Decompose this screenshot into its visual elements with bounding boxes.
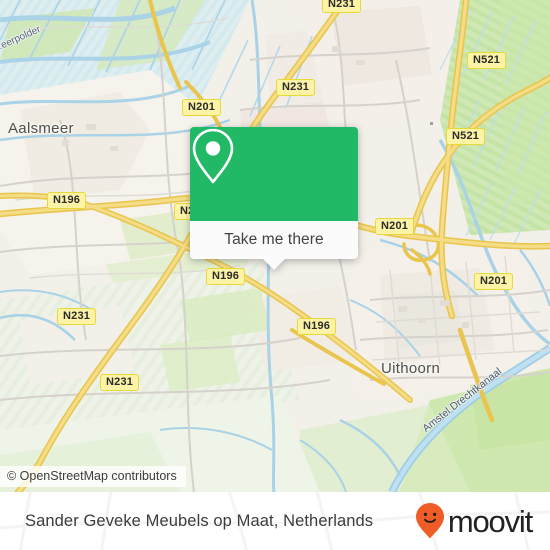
- place-title: Sander Geveke Meubels op Maat, Netherlan…: [25, 492, 373, 550]
- moovit-wordmark: moovit: [447, 503, 533, 539]
- road-shield: N231: [322, 0, 362, 13]
- road-shield: N521: [446, 128, 486, 145]
- map-page: N231 N521 N231 N201 N521 N196 N2 N201 N1…: [0, 0, 550, 550]
- road-shield: N196: [297, 318, 337, 335]
- road-shield: N201: [474, 273, 514, 290]
- take-me-there-button[interactable]: Take me there: [190, 221, 358, 259]
- road-shield: N201: [182, 99, 222, 116]
- moovit-smiley-pin-icon: [415, 503, 444, 539]
- place-popup-card[interactable]: Take me there: [190, 127, 358, 270]
- road-shield: N521: [467, 52, 507, 69]
- moovit-logo[interactable]: moovit: [415, 492, 533, 550]
- place-title-text: Sander Geveke Meubels op Maat, Netherlan…: [25, 511, 374, 530]
- map-pin-icon: [192, 128, 234, 184]
- city-label: Uithoorn: [381, 360, 441, 377]
- road-shield: N196: [206, 268, 246, 285]
- footer-bar: Sander Geveke Meubels op Maat, Netherlan…: [0, 492, 550, 550]
- road-shield: N231: [57, 308, 97, 325]
- road-shield: N201: [375, 218, 415, 235]
- take-me-there-label: Take me there: [224, 231, 324, 248]
- popup-icon-area: [190, 127, 358, 221]
- road-shield: N231: [276, 79, 316, 96]
- map-canvas[interactable]: N231 N521 N231 N201 N521 N196 N2 N201 N1…: [0, 0, 550, 492]
- road-shield: N231: [100, 374, 140, 391]
- popup-tail: [263, 259, 285, 270]
- osm-attribution[interactable]: © OpenStreetMap contributors: [0, 466, 186, 487]
- city-label: Aalsmeer: [8, 120, 74, 137]
- road-shield: N196: [47, 192, 87, 209]
